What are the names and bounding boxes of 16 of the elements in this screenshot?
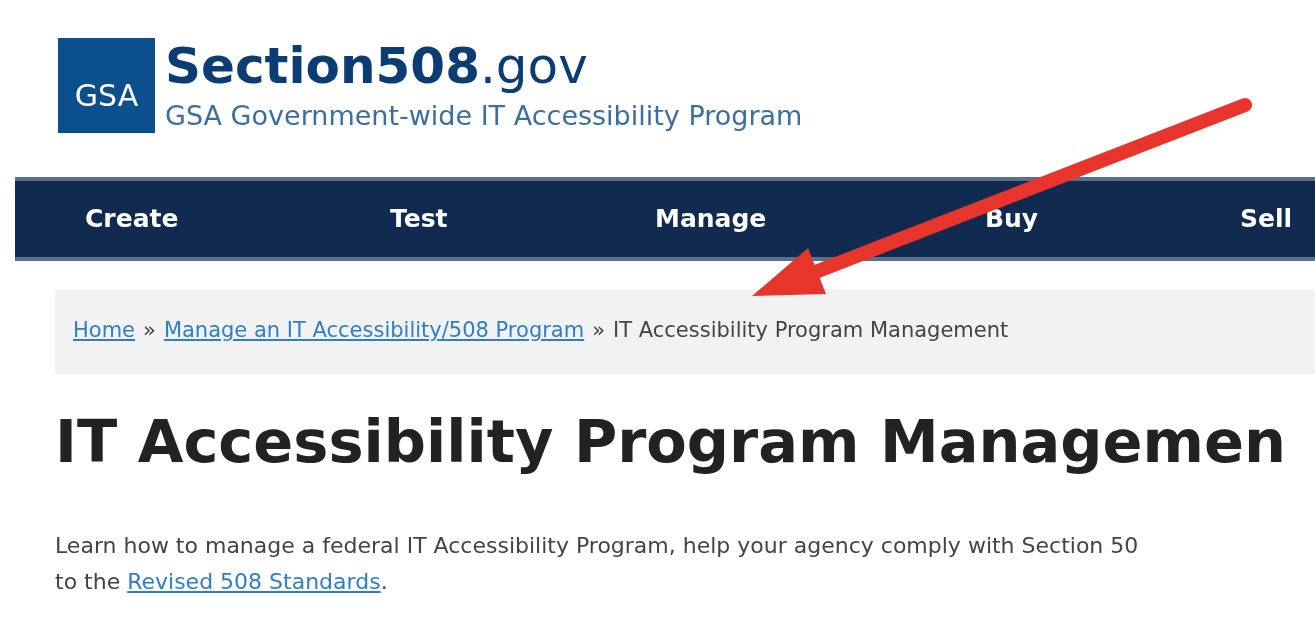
site-subtitle: GSA Government-wide IT Accessibility Program — [165, 99, 803, 133]
nav-link[interactable]: Sell — [1240, 199, 1293, 238]
breadcrumb-link[interactable]: Manage an IT Accessibility/508 Program — [163, 315, 585, 347]
nav-link[interactable]: Create — [85, 199, 179, 238]
page-heading: IT Accessibility Program Managemen — [55, 405, 1288, 478]
breadcrumb-current: IT Accessibility Program Management — [613, 317, 1009, 345]
nav-link[interactable]: Manage — [655, 199, 767, 238]
nav-link[interactable]: Buy — [985, 199, 1039, 238]
site-title[interactable]: Section508.gov — [165, 38, 803, 94]
gsa-logo: GSA — [58, 38, 155, 133]
breadcrumb-link[interactable]: Home — [73, 315, 135, 347]
breadcrumb-separator: » — [143, 317, 156, 345]
nav-link[interactable]: Test — [390, 199, 448, 238]
standards-link[interactable]: Revised 508 Standards — [127, 568, 381, 594]
intro-paragraph: Learn how to manage a federal IT Accessibility Program, help your agency comply with Section 50 to the Revised 508 Standards. — [55, 531, 1140, 596]
breadcrumb-separator: » — [592, 317, 606, 345]
